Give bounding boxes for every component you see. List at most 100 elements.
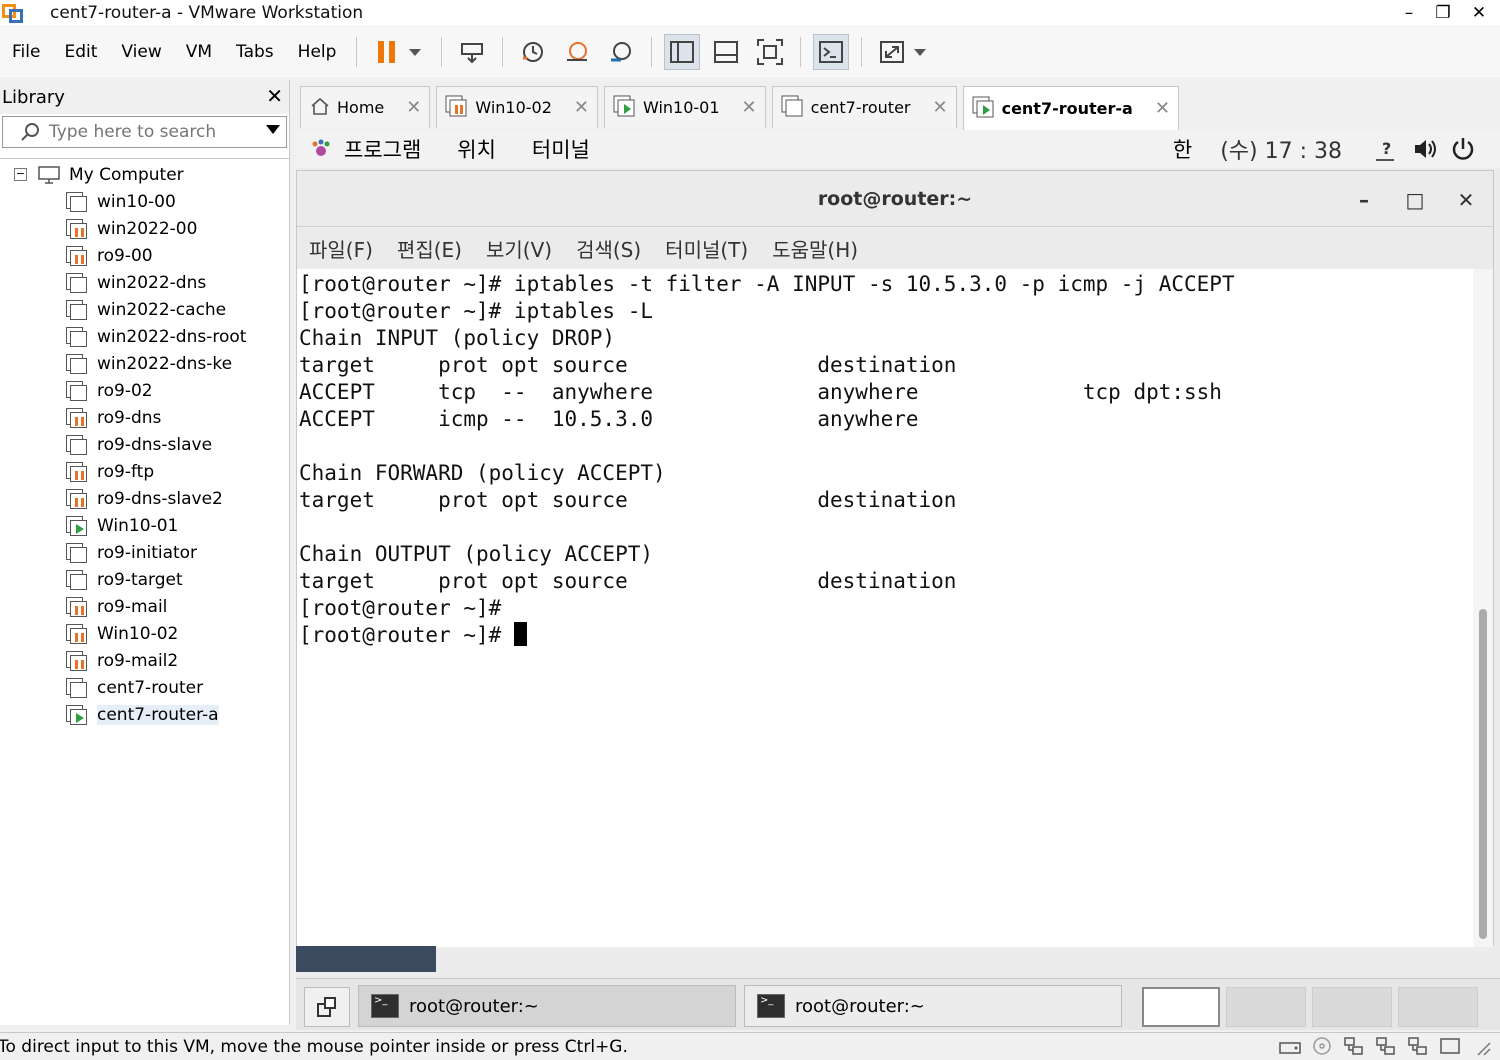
terminal-scrollbar[interactable] [1473,269,1493,947]
library-item[interactable]: ro9-mail [66,593,167,620]
terminal-close-button[interactable]: ✕ [1451,185,1481,215]
terminal-menu-search[interactable]: 검색(S) [576,234,641,263]
terminal-menu-file[interactable]: 파일(F) [309,234,373,263]
tab-cent7-router[interactable]: cent7-router ✕ [771,86,957,128]
library-item[interactable]: cent7-router [66,674,203,701]
maximize-button[interactable]: ❐ [1426,0,1460,26]
library-search-input[interactable] [49,122,269,142]
library-item[interactable]: ro9-ftp [66,458,154,485]
collapse-icon[interactable]: − [14,168,27,181]
network-adapter-2-icon[interactable] [1374,1035,1398,1057]
power-icon[interactable] [1450,136,1476,162]
library-item[interactable]: ro9-02 [66,377,153,404]
library-item-label: win10-00 [97,191,176,212]
tab-close-icon[interactable]: ✕ [1155,98,1170,119]
library-item[interactable]: win2022-dns [66,269,206,296]
network-adapter-3-icon[interactable] [1406,1035,1430,1057]
library-item[interactable]: win2022-dns-ke [66,350,232,377]
menu-help[interactable]: Help [286,42,349,62]
library-item[interactable]: ro9-dns-slave2 [66,485,223,512]
tab-close-icon[interactable]: ✕ [932,97,947,118]
terminal-menu-help[interactable]: 도움말(H) [772,234,858,263]
library-item[interactable]: Win10-01 [66,512,178,539]
library-item[interactable]: win2022-00 [66,215,197,242]
stretch-dropdown-arrow[interactable] [914,48,927,56]
power-dropdown-arrow[interactable] [409,48,422,56]
hard-disk-icon[interactable] [1278,1035,1302,1057]
close-button[interactable]: ✕ [1462,0,1496,26]
tab-home[interactable]: Home ✕ [300,86,431,128]
library-view-button[interactable] [664,34,701,70]
library-item[interactable]: cent7-router-a [66,701,219,728]
tab-win10-01[interactable]: Win10-01 ✕ [603,86,766,128]
full-screen-button[interactable] [752,34,788,70]
revert-snapshot-button[interactable] [559,34,595,70]
show-desktop-button[interactable] [304,987,350,1027]
menu-vm[interactable]: VM [174,42,224,62]
library-item[interactable]: ro9-mail2 [66,647,178,674]
tab-win10-02[interactable]: Win10-02 ✕ [436,86,598,128]
network-adapter-icon[interactable] [1342,1035,1366,1057]
terminal-menubar: 파일(F) 편집(E) 보기(V) 검색(S) 터미널(T) 도움말(H) [297,227,1493,269]
terminal-menu-edit[interactable]: 편집(E) [397,234,462,263]
scrollbar-thumb[interactable] [1479,609,1487,939]
menu-edit[interactable]: Edit [52,42,109,62]
tab-cent7-router-a[interactable]: cent7-router-a ✕ [962,86,1179,130]
pause-button[interactable] [369,34,405,70]
taskbar-item-terminal-2[interactable]: >_ root@router:~ [744,985,1122,1027]
terminal-output[interactable]: [root@router ~]# iptables -t filter -A I… [297,269,1475,947]
terminal-title: root@router:~ [817,187,973,210]
library-item[interactable]: ro9-dns [66,404,161,431]
workspace-3[interactable] [1312,987,1392,1027]
gnome-menu-places[interactable]: 위치 [457,134,496,164]
library-item[interactable]: ro9-00 [66,242,153,269]
tab-close-icon[interactable]: ✕ [574,97,589,118]
search-dropdown-arrow[interactable] [266,125,280,134]
stretch-guest-button[interactable] [874,34,910,70]
minimize-button[interactable]: – [1392,0,1426,26]
thumbnail-bar-button[interactable] [708,34,744,70]
menu-tabs[interactable]: Tabs [224,42,286,62]
resize-grip-icon[interactable] [1470,1035,1494,1057]
terminal-line: ACCEPT icmp -- 10.5.3.0 anywhere [299,406,1475,433]
vm-display[interactable]: 프로그램 위치 터미널 한 (수) 17 : 38 ? root@router:… [296,130,1500,1030]
terminal-menu-terminal[interactable]: 터미널(T) [665,234,748,263]
tab-close-icon[interactable]: ✕ [406,97,421,118]
library-header: Library ✕ [0,80,289,114]
terminal-maximize-button[interactable]: □ [1400,185,1430,215]
library-item[interactable]: Win10-02 [66,620,178,647]
menu-file[interactable]: File [0,42,52,62]
send-ctrl-alt-del-button[interactable] [454,34,490,70]
snapshot-manager-button[interactable] [603,34,639,70]
menu-view[interactable]: View [109,42,173,62]
workspace-2[interactable] [1226,987,1306,1027]
library-item[interactable]: ro9-dns-slave [66,431,212,458]
vm-icon [66,272,88,293]
library-item[interactable]: ro9-target [66,566,183,593]
gnome-menu-terminal[interactable]: 터미널 [532,134,590,164]
terminal-line-text: [root@router ~]# [299,623,514,647]
terminal-menu-view[interactable]: 보기(V) [486,234,552,263]
library-item[interactable]: win2022-cache [66,296,226,323]
library-item[interactable]: win10-00 [66,188,176,215]
cd-dvd-icon[interactable] [1310,1035,1334,1057]
library-close-icon[interactable]: ✕ [266,84,283,108]
workspace-4[interactable] [1398,987,1478,1027]
console-view-button[interactable] [813,34,850,70]
clock[interactable]: (수) 17 : 38 [1220,133,1342,165]
gnome-menu-applications[interactable]: 프로그램 [344,134,421,164]
workspace-1[interactable] [1142,987,1220,1027]
tab-label: cent7-router [810,98,911,117]
library-item[interactable]: win2022-dns-root [66,323,246,350]
volume-icon[interactable] [1412,136,1438,162]
library-title: Library [2,86,65,108]
display-icon[interactable] [1438,1035,1462,1057]
tab-close-icon[interactable]: ✕ [742,97,757,118]
taskbar-item-terminal-1[interactable]: >_ root@router:~ [358,985,736,1027]
network-unknown-icon[interactable]: ? [1372,136,1398,162]
input-method-indicator[interactable]: 한 [1173,134,1192,164]
library-item[interactable]: ro9-initiator [66,539,197,566]
terminal-minimize-button[interactable]: – [1349,185,1379,215]
tree-root-my-computer[interactable]: − My Computer [14,161,184,188]
snapshot-button[interactable] [515,34,551,70]
